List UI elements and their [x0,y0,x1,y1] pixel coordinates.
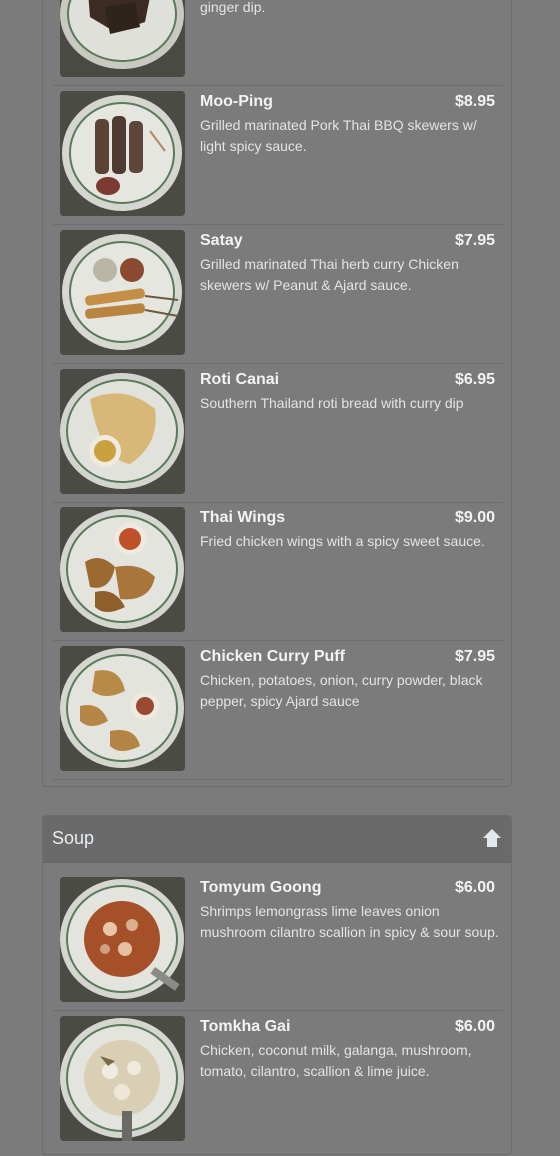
menu-item-name: Satay [200,232,243,249]
section-heading: Soup [43,816,511,863]
menu-item-photo [60,877,185,1002]
menu-item-price: $6.00 [454,879,495,896]
menu-item-description: Grilled marinated Thai herb curry Chicke… [200,256,459,293]
menu-item-photo [60,91,185,216]
menu-item-price: $7.95 [454,232,495,249]
menu-item: Tomyum Goong $6.00 Shrimps lemongrass li… [53,871,503,1011]
menu-item: ginger dip. [53,0,503,86]
menu-item-price: $7.95 [454,648,495,665]
menu-item: Satay $7.95 Grilled marinated Thai herb … [53,224,503,364]
menu-item-photo [60,230,185,355]
menu-item-price: $6.95 [454,371,495,388]
menu-item-description: Grilled marinated Pork Thai BBQ skewers … [200,117,477,154]
menu-item-photo [60,1016,185,1141]
menu-item: Tomkha Gai $6.00 Chicken, coconut milk, … [53,1010,503,1156]
menu-item: Thai Wings $9.00 Fried chicken wings wit… [53,502,503,641]
menu-item-photo [60,0,185,77]
menu-item-name: Tomkha Gai [200,1018,291,1035]
menu-item: Roti Canai $6.95 Southern Thailand roti … [53,363,503,503]
appetizers-panel: ginger dip. Moo-Ping $8.95 Grilled marin… [42,0,512,787]
menu-item-price: $6.00 [454,1018,495,1035]
menu-item-price: $9.00 [454,509,495,526]
menu-item-name: Chicken Curry Puff [200,648,345,665]
menu-item-name: Thai Wings [200,509,286,526]
menu-item-name: Moo-Ping [200,93,273,110]
menu-item-description: Chicken, coconut milk, galanga, mushroom… [200,1042,472,1079]
menu-item: Chicken Curry Puff $7.95 Chicken, potato… [53,640,503,780]
menu-item-price: $8.95 [454,93,495,110]
menu-item-description: Fried chicken wings with a spicy sweet s… [200,533,485,549]
menu-item-photo [60,369,185,494]
menu-item-photo [60,507,185,632]
section-title: Soup [52,828,95,848]
menu-item-description: Chicken, potatoes, onion, curry powder, … [200,672,483,709]
menu-item-photo [60,646,185,771]
menu-item-description: Shrimps lemongrass lime leaves onion mus… [200,903,499,940]
menu-item: Moo-Ping $8.95 Grilled marinated Pork Th… [53,85,503,225]
menu-item-description: Southern Thailand roti bread with curry … [200,395,464,411]
arrow-up-icon[interactable] [481,827,503,849]
menu-item-description: ginger dip. [200,0,266,15]
soup-panel: Soup Tomyum Goong $6.00 Shrimps lemongra… [42,815,512,1155]
menu-item-name: Roti Canai [200,371,280,388]
menu-item-name: Tomyum Goong [200,879,322,896]
